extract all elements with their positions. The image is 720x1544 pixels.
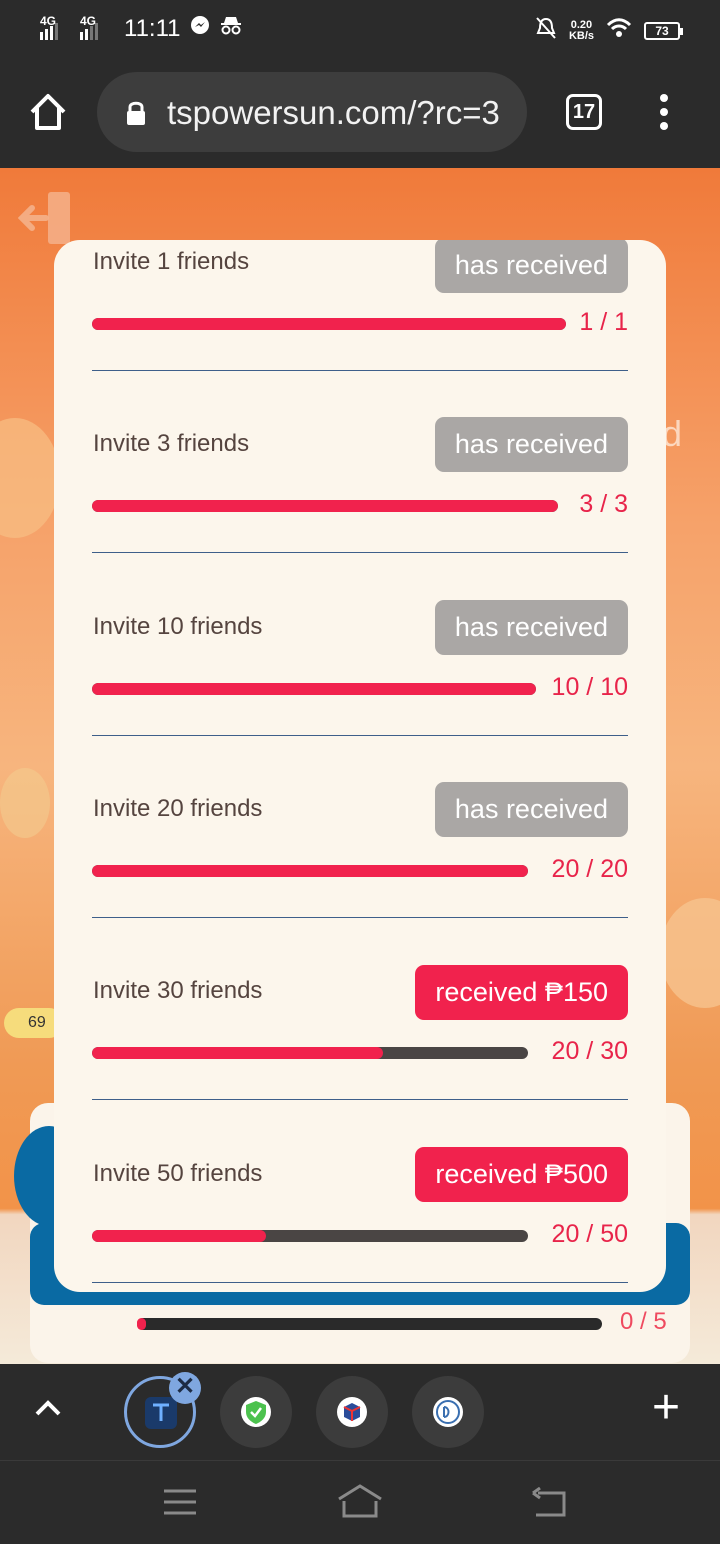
task-progress-bar	[92, 500, 558, 512]
close-tab-icon[interactable]: ✕	[169, 1372, 201, 1404]
tab-count-button[interactable]: 17	[566, 94, 602, 130]
cube-logo-icon	[337, 1397, 367, 1427]
background-coin	[660, 898, 720, 1008]
incognito-icon	[219, 14, 243, 43]
task-label: Invite 1 friends	[93, 248, 250, 275]
system-nav-bar	[0, 1460, 720, 1544]
chevron-up-icon[interactable]	[34, 1398, 62, 1423]
task-divider	[92, 1099, 628, 1100]
network-type-2: 4G	[80, 13, 97, 28]
task-divider	[92, 370, 628, 371]
recent-apps-icon[interactable]	[162, 1487, 198, 1522]
task-progress-fill	[92, 1230, 267, 1242]
home-nav-icon[interactable]	[336, 1483, 384, 1524]
task-label: Invite 50 friends	[93, 1160, 263, 1187]
background-progress-bar	[137, 1318, 602, 1330]
task-progress-count: 1 / 1	[579, 308, 628, 336]
overflow-menu-icon[interactable]	[658, 94, 670, 134]
new-tab-button[interactable]: +	[652, 1382, 680, 1434]
task-progress-fill	[92, 318, 566, 330]
task-progress-bar	[92, 865, 528, 877]
task-label: Invite 10 friends	[93, 613, 263, 640]
task-progress-fill	[92, 683, 536, 695]
task-divider	[92, 1282, 628, 1283]
received-status-button[interactable]: has received	[434, 782, 628, 837]
task-progress-count: 20 / 20	[551, 855, 628, 883]
back-nav-icon[interactable]	[530, 1486, 568, 1524]
tab-strip: ✕ +	[0, 1364, 720, 1460]
url-bar[interactable]: tspowersun.com/?rc=3	[97, 72, 527, 152]
messenger-icon	[189, 14, 211, 43]
signal-icon-2: 4G	[80, 14, 112, 40]
browser-toolbar: tspowersun.com/?rc=3 17	[0, 58, 720, 168]
received-status-button[interactable]: has received	[434, 600, 628, 655]
received-status-button[interactable]: has received	[434, 240, 628, 293]
background-progress-label: 0 / 5	[620, 1308, 667, 1335]
task-progress-bar	[92, 318, 566, 330]
clock: 11:11	[124, 14, 181, 42]
task-progress-count: 20 / 50	[551, 1220, 628, 1248]
claim-reward-button[interactable]: received ₱500	[415, 1147, 628, 1202]
tab-favicon-shield[interactable]	[220, 1376, 292, 1448]
background-decoration-2	[0, 768, 50, 838]
task-label: Invite 20 friends	[93, 795, 263, 822]
received-status-button[interactable]: has received	[434, 417, 628, 472]
tab-favicon-cube[interactable]	[316, 1376, 388, 1448]
battery-icon: 73	[644, 21, 683, 40]
task-divider	[92, 917, 628, 918]
task-label: Invite 3 friends	[93, 430, 250, 457]
tesla-logo-icon	[145, 1397, 177, 1429]
task-progress-count: 3 / 3	[579, 490, 628, 518]
url-text[interactable]: tspowersun.com/?rc=3	[167, 94, 517, 132]
network-type-1: 4G	[40, 13, 57, 28]
task-divider	[92, 735, 628, 736]
status-bar: 4G 4G 11:11 0.20 KB/s 73	[0, 0, 720, 58]
task-progress-fill	[92, 1047, 383, 1059]
wifi-icon	[606, 18, 632, 43]
task-progress-count: 10 / 10	[551, 673, 628, 701]
task-progress-fill	[92, 500, 558, 512]
task-label: Invite 30 friends	[93, 977, 263, 1004]
task-divider	[92, 552, 628, 553]
task-progress-bar	[92, 1230, 528, 1242]
invite-rewards-modal: Invite 1 friends has received 1 / 1 Invite …	[54, 240, 666, 1292]
claim-reward-button[interactable]: received ₱150	[415, 965, 628, 1020]
task-progress-bar	[92, 1047, 528, 1059]
task-progress-bar	[92, 683, 536, 695]
dnd-bell-icon	[535, 16, 557, 45]
dc-logo-icon	[433, 1397, 463, 1427]
task-progress-fill	[92, 865, 528, 877]
background-progress-fill	[137, 1318, 147, 1330]
signal-icon: 4G	[40, 14, 72, 40]
task-progress-count: 20 / 30	[551, 1037, 628, 1065]
shield-icon	[241, 1397, 271, 1427]
net-speed: 0.20 KB/s	[568, 18, 594, 42]
lock-icon	[125, 100, 147, 131]
home-icon[interactable]	[28, 92, 68, 132]
net-speed-value: 0.20	[570, 18, 593, 31]
background-decoration	[0, 418, 60, 538]
net-speed-unit: KB/s	[568, 29, 594, 42]
tab-favicon-dc[interactable]	[412, 1376, 484, 1448]
